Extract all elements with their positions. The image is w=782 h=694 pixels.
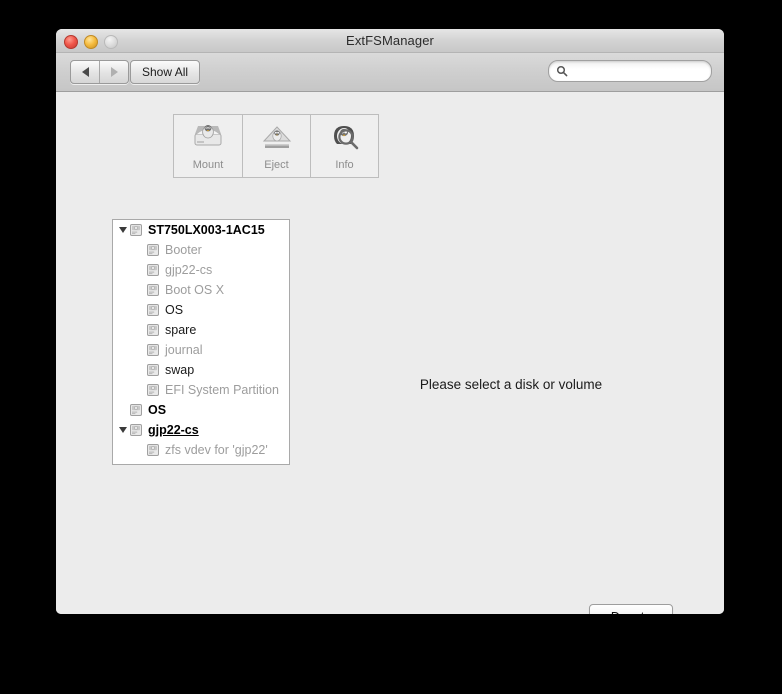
tree-row[interactable]: swap [113, 360, 289, 380]
disk-icon [129, 403, 145, 417]
tree-row-label: zfs vdev for 'gjp22' [165, 442, 268, 457]
info-label: Info [335, 159, 354, 171]
tree-row-label: OS [148, 402, 167, 417]
desktop-backdrop: ExtFSManager Show All Mount Eject Info S… [0, 0, 782, 694]
forward-arrow-icon [110, 67, 118, 77]
tree-row-label: ST750LX003-1AC15 [148, 222, 265, 237]
donate-label: Donate [611, 610, 651, 615]
window-body: Mount Eject Info ST750LX003-1AC15 Booter… [56, 92, 724, 614]
donate-button[interactable]: Donate [589, 604, 673, 614]
disk-icon [129, 423, 145, 437]
search-input[interactable] [572, 63, 702, 79]
tree-row[interactable]: EFI System Partition [113, 460, 289, 465]
eject-button[interactable]: Eject [242, 115, 310, 177]
back-arrow-icon [81, 67, 89, 77]
tree-row[interactable]: journal [113, 340, 289, 360]
tree-row[interactable]: zfs vdev for 'gjp22' [113, 440, 289, 460]
tree-row-label: EFI System Partition [165, 382, 279, 397]
tree-row[interactable]: gjp22-cs [113, 260, 289, 280]
tree-row-label: spare [165, 322, 197, 337]
tree-row[interactable]: gjp22-cs [113, 420, 289, 440]
tree-row-label: swap [165, 362, 195, 377]
back-button[interactable] [71, 61, 99, 83]
volume-tree[interactable]: ST750LX003-1AC15 Booter gjp22-cs Boot OS X O… [112, 219, 290, 465]
eject-label: Eject [264, 159, 289, 171]
tree-row[interactable]: Booter [113, 240, 289, 260]
tree-row-label: gjp22-cs [165, 262, 213, 277]
eject-penguin-icon [260, 121, 294, 155]
tree-row[interactable]: OS [113, 300, 289, 320]
disk-icon [146, 383, 162, 397]
tree-row-label: EFI System Partition [165, 464, 279, 465]
window-title: ExtFSManager [346, 33, 434, 48]
disk-icon [146, 243, 162, 257]
disk-icon [146, 303, 162, 317]
tree-row[interactable]: Boot OS X [113, 280, 289, 300]
info-button[interactable]: Info [310, 115, 378, 177]
tree-row-label: journal [165, 342, 203, 357]
mount-button[interactable]: Mount [174, 115, 242, 177]
search-icon [556, 65, 568, 77]
disk-icon [146, 463, 162, 464]
disk-icon [146, 443, 162, 457]
navigation-toolbar: Show All [56, 53, 724, 92]
show-all-label: Show All [142, 65, 189, 79]
tree-row-label: Booter [165, 242, 202, 257]
tree-row-label: Boot OS X [165, 282, 225, 297]
nav-segmented-control [70, 60, 129, 84]
disclosure-triangle-icon[interactable] [117, 220, 129, 240]
disk-icon [146, 323, 162, 337]
forward-button[interactable] [99, 61, 128, 83]
disk-penguin-icon [191, 121, 225, 155]
show-all-button[interactable]: Show All [130, 60, 201, 84]
window-titlebar: ExtFSManager [56, 29, 724, 53]
disk-icon [146, 283, 162, 297]
tree-row[interactable]: spare [113, 320, 289, 340]
tree-row-label: gjp22-cs [148, 422, 199, 437]
disclosure-triangle-icon[interactable] [117, 420, 129, 440]
empty-state-message: Please select a disk or volume [419, 377, 603, 392]
magnifier-penguin-icon [328, 121, 362, 155]
disk-icon [146, 363, 162, 377]
tree-row[interactable]: ST750LX003-1AC15 [113, 220, 289, 240]
action-toolbar: Mount Eject Info [173, 114, 379, 178]
tree-row[interactable]: OS [113, 400, 289, 420]
disk-icon [129, 223, 145, 237]
search-field[interactable] [548, 60, 712, 82]
tree-row-label: OS [165, 302, 184, 317]
extfsmanager-window: ExtFSManager Show All Mount Eject Info S… [56, 29, 724, 614]
disk-icon [146, 343, 162, 357]
tree-row[interactable]: EFI System Partition [113, 380, 289, 400]
mount-label: Mount [192, 159, 224, 171]
disk-icon [146, 263, 162, 277]
